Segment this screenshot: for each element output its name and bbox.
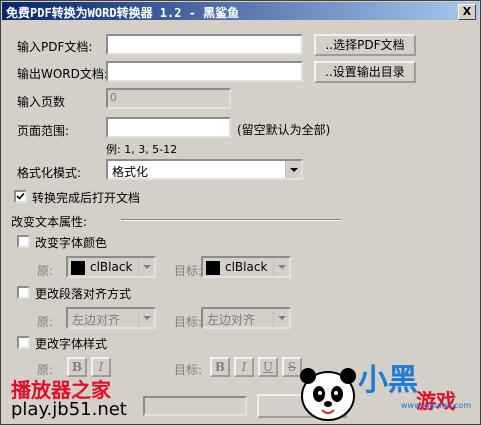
close-button[interactable]: X — [458, 4, 476, 20]
target-align-label: 目标: — [174, 315, 203, 329]
checkmark-icon — [16, 192, 25, 200]
original-align-value: 左边对齐 — [72, 313, 121, 327]
change-align-checkbox[interactable] — [17, 286, 30, 299]
format-mode-label: 格式化模式: — [17, 166, 82, 180]
input-pdf-label: 输入PDF文档: — [17, 40, 93, 54]
original-color-value: clBlack — [90, 260, 133, 274]
page-range-label: 页面范围: — [17, 124, 70, 138]
page-range-hint: (留空默认为全部) — [237, 123, 331, 137]
output-word-label: 输出WORD文档: — [17, 67, 108, 81]
target-style-label: 目标: — [174, 363, 203, 377]
target-color-value: clBlack — [225, 260, 268, 274]
target-bold-button[interactable]: B — [210, 357, 230, 377]
progress-bar — [143, 396, 247, 416]
original-align-select[interactable]: 左边对齐 — [66, 307, 156, 329]
page-count-label: 输入页数 — [17, 95, 66, 109]
set-output-button[interactable]: ..设置输出目录 — [314, 61, 416, 83]
page-count-field: 0 — [106, 88, 231, 109]
chevron-down-icon[interactable] — [285, 161, 301, 178]
target-color-label: 目标: — [174, 264, 203, 278]
original-color-select[interactable]: clBlack — [66, 256, 156, 278]
change-align-label: 更改段落对齐方式 — [35, 287, 132, 301]
title-bar: 免费PDF转换为WORD转换器 1.2 - 黑鲨鱼 X — [2, 2, 479, 20]
color-swatch-icon — [206, 261, 220, 275]
original-align-label: 原: — [37, 315, 54, 329]
choose-pdf-button[interactable]: ..选择PDF文档 — [314, 34, 416, 56]
main-window: 免费PDF转换为WORD转换器 1.2 - 黑鲨鱼 X 输入PDF文档: ..选… — [0, 0, 481, 425]
target-align-value: 左边对齐 — [207, 313, 256, 327]
window-title: 免费PDF转换为WORD转换器 1.2 - 黑鲨鱼 — [6, 6, 240, 20]
target-italic-button[interactable]: I — [234, 357, 254, 377]
page-range-example: 例: 1, 3, 5-12 — [106, 143, 178, 156]
change-style-label: 更改字体样式 — [35, 337, 108, 351]
open-after-checkbox[interactable] — [14, 190, 27, 203]
color-swatch-icon — [71, 261, 85, 275]
chevron-down-icon[interactable] — [273, 309, 289, 327]
output-word-field[interactable] — [106, 61, 303, 82]
svg-text:小黑: 小黑 — [358, 363, 418, 398]
open-after-label: 转换完成后打开文档 — [32, 191, 141, 205]
target-align-select[interactable]: 左边对齐 — [201, 307, 291, 329]
format-mode-select[interactable]: 格式化 — [106, 159, 303, 180]
target-color-select[interactable]: clBlack — [201, 256, 291, 278]
change-color-checkbox[interactable] — [17, 235, 30, 248]
change-style-checkbox[interactable] — [17, 336, 30, 349]
panda-logo-icon: 小黑 游戏 — [300, 363, 456, 421]
format-mode-value: 格式化 — [112, 165, 149, 179]
chevron-down-icon[interactable] — [138, 309, 154, 327]
input-pdf-field[interactable] — [106, 34, 303, 55]
text-props-section-label: 改变文本属性: — [11, 215, 88, 229]
site-url-watermark: play.jb51.net — [11, 399, 127, 420]
chevron-down-icon[interactable] — [138, 258, 154, 276]
original-color-label: 原: — [37, 264, 54, 278]
page-range-field[interactable] — [106, 117, 231, 138]
chevron-down-icon[interactable] — [273, 258, 289, 276]
section-divider — [121, 219, 341, 221]
target-underline-button[interactable]: U — [258, 357, 278, 377]
brand-url-watermark: www.xiaohei.com — [401, 401, 472, 410]
page-count-value: 0 — [110, 91, 117, 104]
change-color-label: 改变字体颜色 — [35, 236, 108, 250]
